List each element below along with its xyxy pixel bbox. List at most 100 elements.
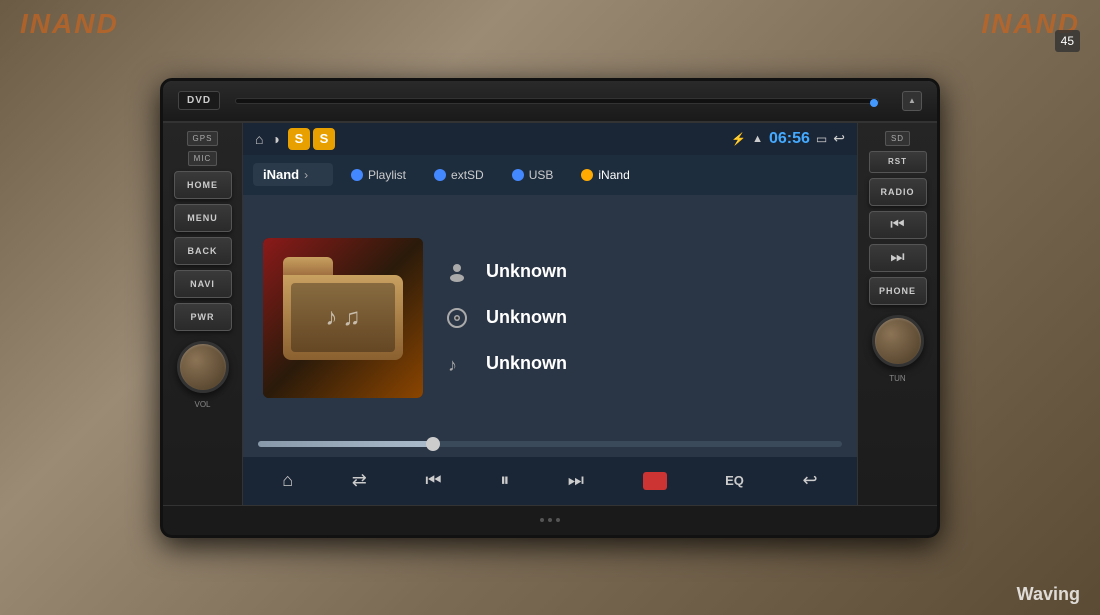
title-value: Unknown <box>486 353 567 374</box>
home-ctrl-button[interactable]: ⌂ <box>274 466 301 495</box>
music-note-icon: ♪ <box>326 304 338 332</box>
bottom-controls: ⌂ ⇄ ⏮ ⏸ ⏭ EQ ↩ <box>243 457 857 505</box>
folder-icon: ♪ ♫ <box>283 275 403 360</box>
dvd-indicator <box>870 99 878 107</box>
app-shortcuts: S S <box>288 128 335 150</box>
progress-section <box>243 441 857 457</box>
outer-background: iNand iNand 45 Waving DVD ▲ GPS MIC HOME… <box>0 0 1100 615</box>
play-pause-button[interactable]: ⏸ <box>492 466 517 495</box>
screen-area: ⌂ ◑ S S ⚡ ▲ 06:56 ▭ ↩ <box>243 123 857 505</box>
track-info: Unknown <box>443 258 837 378</box>
nav-back-icon[interactable]: ↩ <box>833 130 845 147</box>
eq-button[interactable]: EQ <box>717 469 752 492</box>
volume-knob[interactable] <box>177 341 229 393</box>
scroll-dots <box>540 518 560 522</box>
tab-label-inand: iNand <box>598 168 629 182</box>
inand-nav-label: iNand <box>263 167 299 182</box>
left-panel: GPS MIC HOME MENU BACK NAVI PWR VOL <box>163 123 243 505</box>
brightness-icon[interactable]: ◑ <box>271 131 279 147</box>
tab-dot-usb <box>512 169 524 181</box>
tuning-knob[interactable] <box>872 315 924 367</box>
tab-label-playlist: Playlist <box>368 168 406 182</box>
dvd-slot <box>235 98 879 104</box>
android-home-icon[interactable]: ⌂ <box>255 131 263 147</box>
stereo-unit: DVD ▲ GPS MIC HOME MENU BACK NAVI PWR VO… <box>160 78 940 538</box>
folder-body: ♪ ♫ <box>283 275 403 360</box>
tab-label-extsd: extSD <box>451 168 484 182</box>
title-row: ♪ Unknown <box>443 350 837 378</box>
gps-badge: GPS <box>187 131 219 146</box>
player-content: iNand › Playlist extSD <box>243 155 857 505</box>
main-body: GPS MIC HOME MENU BACK NAVI PWR VOL ⌂ ◑ … <box>163 123 937 505</box>
sd-badge: SD <box>885 131 910 146</box>
stop-icon <box>643 472 667 490</box>
title-icon: ♪ <box>443 350 471 378</box>
mic-badge: MIC <box>188 151 218 166</box>
scroll-dot-1 <box>540 518 544 522</box>
album-art-inner: ♪ ♫ <box>263 238 423 398</box>
bluetooth-icon: ⚡ <box>731 132 746 146</box>
eject-button[interactable]: ▲ <box>902 91 922 111</box>
skip-prev-button[interactable]: ⏮ <box>869 211 927 239</box>
clock-display: 06:56 <box>769 130 810 148</box>
radio-button[interactable]: RADIO <box>869 178 927 206</box>
artist-value: Unknown <box>486 261 567 282</box>
menu-button[interactable]: MENU <box>174 204 232 232</box>
artist-row: Unknown <box>443 258 837 286</box>
shuffle-button[interactable]: ⇄ <box>344 466 375 495</box>
pwr-button[interactable]: PWR <box>174 303 232 331</box>
watermark-left: iNand <box>20 8 119 40</box>
tab-dot-inand <box>581 169 593 181</box>
progress-fill <box>258 441 433 447</box>
app-icon-2[interactable]: S <box>313 128 335 150</box>
tab-extsd[interactable]: extSD <box>424 164 494 186</box>
back-button[interactable]: BACK <box>174 237 232 265</box>
folder-content: ♪ ♫ <box>291 283 395 352</box>
album-icon <box>443 304 471 332</box>
next-button[interactable]: ⏭ <box>560 466 592 495</box>
skip-next-button[interactable]: ⏭ <box>869 244 927 272</box>
artist-icon <box>443 258 471 286</box>
wifi-icon: ▲ <box>752 133 763 145</box>
dvd-label: DVD <box>178 91 220 110</box>
prev-button[interactable]: ⏮ <box>417 466 449 495</box>
svg-text:♪: ♪ <box>448 355 457 375</box>
tab-playlist[interactable]: Playlist <box>341 164 416 186</box>
tab-inand[interactable]: iNand <box>571 164 639 186</box>
scroll-dot-2 <box>548 518 552 522</box>
tun-label: TUN <box>889 374 905 383</box>
watermark-bottom: Waving <box>1017 584 1080 605</box>
back-ctrl-button[interactable]: ↩ <box>795 466 826 495</box>
tab-dot-playlist <box>351 169 363 181</box>
nav-arrow-icon: › <box>304 168 308 182</box>
navi-button[interactable]: NAVI <box>174 270 232 298</box>
vol-label: VOL <box>194 400 210 409</box>
dvd-strip: DVD ▲ <box>163 81 937 123</box>
tab-dot-extsd <box>434 169 446 181</box>
album-value: Unknown <box>486 307 567 328</box>
album-art: ♪ ♫ <box>263 238 423 398</box>
app-icon-1[interactable]: S <box>288 128 310 150</box>
screen-icon: ▭ <box>816 132 827 146</box>
tab-usb[interactable]: USB <box>502 164 564 186</box>
stop-button[interactable] <box>635 468 675 494</box>
inand-nav[interactable]: iNand › <box>253 163 333 186</box>
phone-button[interactable]: PHONE <box>869 277 927 305</box>
progress-bar[interactable] <box>258 441 842 447</box>
price-tag: 45 <box>1055 30 1080 52</box>
rst-button[interactable]: RST <box>869 151 927 173</box>
source-tabs: iNand › Playlist extSD <box>243 155 857 195</box>
folder-tab <box>283 257 333 275</box>
home-button[interactable]: HOME <box>174 171 232 199</box>
player-main: ♪ ♫ <box>243 195 857 441</box>
status-right: ⚡ ▲ 06:56 ▭ ↩ <box>731 130 845 148</box>
progress-thumb[interactable] <box>426 437 440 451</box>
watermark-area: iNand iNand <box>0 8 1100 40</box>
bottom-row <box>163 505 937 535</box>
right-panel: SD RST RADIO ⏮ ⏭ PHONE TUN <box>857 123 937 505</box>
album-row: Unknown <box>443 304 837 332</box>
status-bar: ⌂ ◑ S S ⚡ ▲ 06:56 ▭ ↩ <box>243 123 857 155</box>
music-note-icon-2: ♫ <box>343 304 361 332</box>
scroll-dot-3 <box>556 518 560 522</box>
tab-label-usb: USB <box>529 168 554 182</box>
